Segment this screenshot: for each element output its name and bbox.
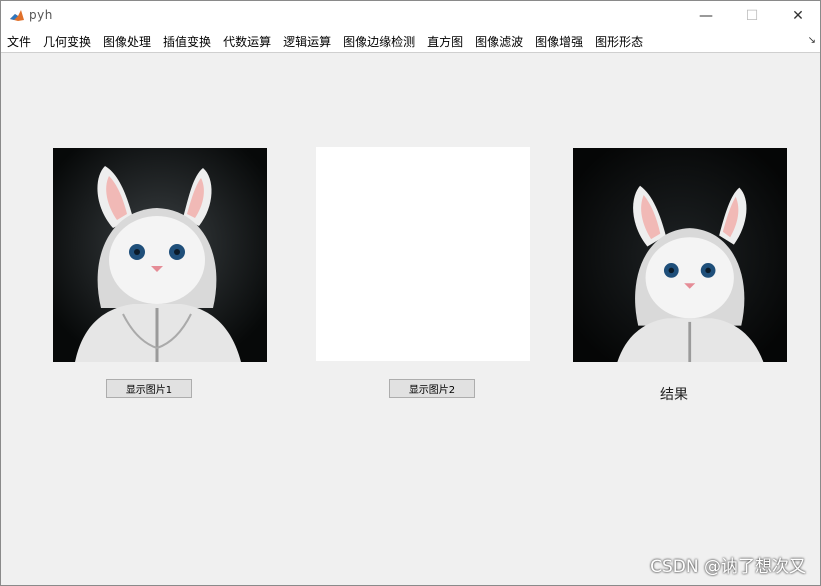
csdn-watermark: CSDN @讷了想次又 bbox=[650, 557, 806, 577]
image-axes-1 bbox=[53, 148, 267, 362]
close-button[interactable]: ✕ bbox=[775, 1, 820, 31]
menu-algebraic-ops[interactable]: 代数运算 bbox=[217, 33, 277, 50]
menu-morphology[interactable]: 图形形态 bbox=[589, 33, 649, 50]
title-bar[interactable]: pyh — ☐ ✕ bbox=[1, 1, 820, 31]
maximize-button[interactable]: ☐ bbox=[729, 1, 775, 31]
rabbit-image-result bbox=[573, 148, 787, 362]
menu-histogram[interactable]: 直方图 bbox=[421, 33, 469, 50]
app-window: pyh — ☐ ✕ 文件 几何变换 图像处理 插值变换 代数运算 逻辑运算 图像… bbox=[0, 0, 821, 586]
menu-image-enhance[interactable]: 图像增强 bbox=[529, 33, 589, 50]
result-axes bbox=[573, 148, 787, 362]
menu-bar: 文件 几何变换 图像处理 插值变换 代数运算 逻辑运算 图像边缘检测 直方图 图… bbox=[1, 31, 820, 53]
menu-logic-ops[interactable]: 逻辑运算 bbox=[277, 33, 337, 50]
rabbit-image-1 bbox=[53, 148, 267, 362]
show-image-2-button[interactable]: 显示图片2 bbox=[389, 379, 475, 398]
image-axes-2 bbox=[316, 147, 530, 361]
menu-interpolation[interactable]: 插值变换 bbox=[157, 33, 217, 50]
window-title: pyh bbox=[29, 8, 53, 22]
toolbar-toggle-icon[interactable]: ↘ bbox=[808, 35, 816, 46]
menu-image-processing[interactable]: 图像处理 bbox=[97, 33, 157, 50]
menu-image-filter[interactable]: 图像滤波 bbox=[469, 33, 529, 50]
matlab-app-icon bbox=[9, 8, 25, 24]
show-image-1-button[interactable]: 显示图片1 bbox=[106, 379, 192, 398]
result-label: 结果 bbox=[660, 387, 688, 403]
menu-geometric-transform[interactable]: 几何变换 bbox=[37, 33, 97, 50]
menu-edge-detection[interactable]: 图像边缘检测 bbox=[337, 33, 421, 50]
minimize-button[interactable]: — bbox=[683, 1, 729, 31]
menu-file[interactable]: 文件 bbox=[1, 33, 37, 50]
